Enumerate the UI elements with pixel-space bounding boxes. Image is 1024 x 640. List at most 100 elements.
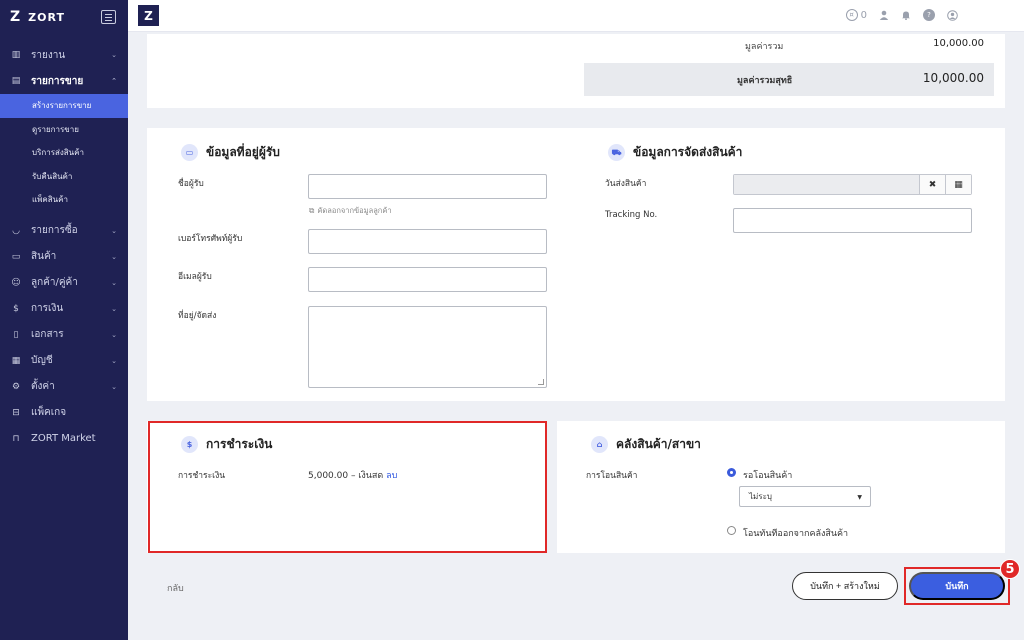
topbar-icons: ¤ 0 ?	[845, 9, 958, 21]
caret-down-icon: ▼	[857, 494, 862, 501]
sidebar-item-package[interactable]: ⊟ แพ็คเกจ	[0, 400, 128, 426]
sidebar-item-customers[interactable]: ☺ ลูกค้า/คู่ค้า ⌄	[0, 270, 128, 296]
bar-chart-icon: ▥	[11, 50, 21, 60]
recipient-phone-label: เบอร์โทรศัพท์ผู้รับ	[178, 234, 243, 244]
sidebar-item-label: รายการซื้อ	[31, 225, 78, 236]
chevron-down-icon: ⌄	[111, 330, 117, 339]
total-label: มูลค่ารวม	[745, 42, 784, 52]
back-link[interactable]: กลับ	[167, 581, 184, 595]
recipient-email-input[interactable]	[308, 267, 547, 292]
coin-icon: ¤	[845, 9, 858, 21]
sidebar-item-label: การเงิน	[31, 303, 64, 314]
sidebar-item-zort-market[interactable]: ⊓ ZORT Market	[0, 426, 128, 452]
sidebar-subitem-returns[interactable]: รับคืนสินค้า	[0, 165, 128, 189]
sidebar-subitem-create-sale[interactable]: สร้างรายการขาย	[0, 94, 128, 118]
payment-delete-link[interactable]: ลบ	[386, 471, 397, 481]
warehouse-title-text: คลังสินค้า/สาขา	[616, 437, 701, 451]
sidebar-subitem-packing[interactable]: แพ็คสินค้า	[0, 188, 128, 212]
help-icon[interactable]: ?	[923, 9, 935, 21]
chevron-up-icon: ⌃	[111, 77, 117, 85]
net-total-label: มูลค่ารวมสุทธิ	[737, 76, 793, 86]
total-value: 10,000.00	[933, 38, 984, 49]
sidebar-item-label: แพ็คเกจ	[31, 407, 67, 418]
sidebar-item-label: ZORT Market	[31, 433, 96, 444]
copy-link-text: คัดลอกจากข้อมูลลูกค้า	[317, 206, 392, 215]
payment-label: การชำระเงิน	[178, 471, 226, 481]
tracking-input[interactable]	[733, 208, 972, 233]
summary-card: มูลค่ารวม 10,000.00 มูลค่ารวมสุทธิ 10,00…	[147, 34, 1005, 108]
chevron-down-icon: ⌄	[111, 304, 117, 313]
recipient-name-label: ชื่อผู้รับ	[178, 179, 204, 189]
payment-title-text: การชำระเงิน	[206, 437, 273, 451]
truck-icon: ⛟	[608, 144, 625, 161]
payment-section-title: $ การชำระเงิน	[181, 435, 272, 454]
sidebar-toggle-icon[interactable]	[101, 10, 116, 24]
sidebar-item-finance[interactable]: $ การเงิน ⌄	[0, 296, 128, 322]
sidebar-item-products[interactable]: ▭ สินค้า ⌄	[0, 244, 128, 270]
shopping-bag-icon: ⊓	[12, 433, 20, 444]
sidebar-item-label: บัญชี	[31, 355, 53, 366]
radio-pending-transfer[interactable]	[727, 468, 736, 477]
payment-card: $ การชำระเงิน การชำระเงิน 5,000.00 – เงิ…	[147, 421, 547, 553]
brand-name: ZORT	[28, 10, 65, 24]
account-icon[interactable]	[947, 9, 958, 21]
sidebar-item-report[interactable]: ▥ รายงาน ⌄	[0, 42, 128, 68]
document-icon: ▯	[13, 329, 19, 340]
zort-square-logo-icon[interactable]: Z	[138, 5, 159, 26]
copy-from-customer-link[interactable]: ⧉ คัดลอกจากข้อมูลลูกค้า	[309, 205, 392, 217]
recipient-address-textarea[interactable]	[308, 306, 547, 388]
save-and-new-button[interactable]: บันทึก + สร้างใหม่	[792, 572, 898, 600]
chevron-down-icon: ⌄	[111, 356, 117, 365]
recipient-title-text: ข้อมูลที่อยู่ผู้รับ	[206, 145, 280, 159]
recipient-name-input[interactable]	[308, 174, 547, 199]
close-icon: ✖	[928, 179, 937, 190]
calendar-icon: ▦	[954, 179, 963, 190]
warehouse-select[interactable]: ไม่ระบุ ▼	[739, 486, 871, 507]
gear-icon: ⚙	[11, 381, 21, 392]
ship-date-label: วันส่งสินค้า	[605, 179, 647, 189]
warehouse-select-value: ไม่ระบุ	[749, 492, 772, 501]
zort-logo-icon: Z	[10, 9, 21, 25]
chevron-down-icon: ⌄	[111, 51, 117, 59]
radio-pending-label: รอโอนสินค้า	[743, 471, 793, 481]
brand[interactable]: Z ZORT	[0, 0, 128, 34]
calendar-button[interactable]: ▦	[945, 175, 971, 194]
tracking-label: Tracking No.	[605, 210, 658, 220]
clipboard-icon: ▤	[11, 76, 21, 86]
recipient-email-label: อีเมลผู้รับ	[178, 272, 212, 282]
money-icon: $	[13, 303, 19, 314]
question-mark-icon: ?	[923, 9, 935, 21]
sidebar-item-label: ลูกค้า/คู่ค้า	[31, 277, 78, 288]
net-total-value: 10,000.00	[922, 71, 984, 85]
warehouse-section-title: ⌂ คลังสินค้า/สาขา	[591, 435, 701, 454]
recipient-phone-input[interactable]	[308, 229, 547, 254]
sidebar-item-sales[interactable]: ▤ รายการขาย ⌃	[0, 68, 128, 94]
user-icon[interactable]	[879, 10, 889, 20]
radio-immediate-transfer[interactable]	[727, 526, 736, 535]
credit-indicator[interactable]: ¤ 0	[845, 9, 867, 21]
ship-date-input[interactable]	[734, 175, 919, 194]
warehouse-icon: ⌂	[591, 436, 608, 453]
sidebar: Z ZORT ▥ รายงาน ⌄ ▤ รายการขาย ⌃ สร้างราย…	[0, 0, 128, 640]
sidebar-subitem-shipping-service[interactable]: บริการส่งสินค้า	[0, 141, 128, 165]
resize-grip-icon[interactable]	[538, 379, 544, 385]
net-total-row: มูลค่ารวมสุทธิ 10,000.00	[584, 63, 994, 96]
sidebar-item-settings[interactable]: ⚙ ตั้งค่า ⌄	[0, 374, 128, 400]
radio-immediate-label: โอนทันทีออกจากคลังสินค้า	[743, 529, 849, 539]
clear-date-button[interactable]: ✖	[919, 175, 945, 194]
sidebar-subitem-view-sales[interactable]: ดูรายการขาย	[0, 118, 128, 142]
users-icon: ☺	[11, 277, 21, 288]
id-card-icon: ▭	[181, 144, 198, 161]
sidebar-item-accounting[interactable]: ▦ บัญชี ⌄	[0, 348, 128, 374]
sidebar-item-label: เอกสาร	[31, 329, 64, 340]
briefcase-icon: ⊟	[12, 407, 20, 418]
sidebar-item-purchases[interactable]: ◡ รายการซื้อ ⌄	[0, 218, 128, 244]
sidebar-item-documents[interactable]: ▯ เอกสาร ⌄	[0, 322, 128, 348]
bell-icon[interactable]	[901, 10, 911, 20]
save-button[interactable]: บันทึก	[909, 572, 1005, 600]
transfer-label: การโอนสินค้า	[586, 471, 638, 481]
sidebar-item-label: รายงาน	[31, 49, 66, 61]
ship-date-picker: ✖ ▦	[733, 174, 972, 195]
topbar: Z ¤ 0 ?	[128, 0, 1024, 32]
copy-icon: ⧉	[309, 206, 315, 215]
